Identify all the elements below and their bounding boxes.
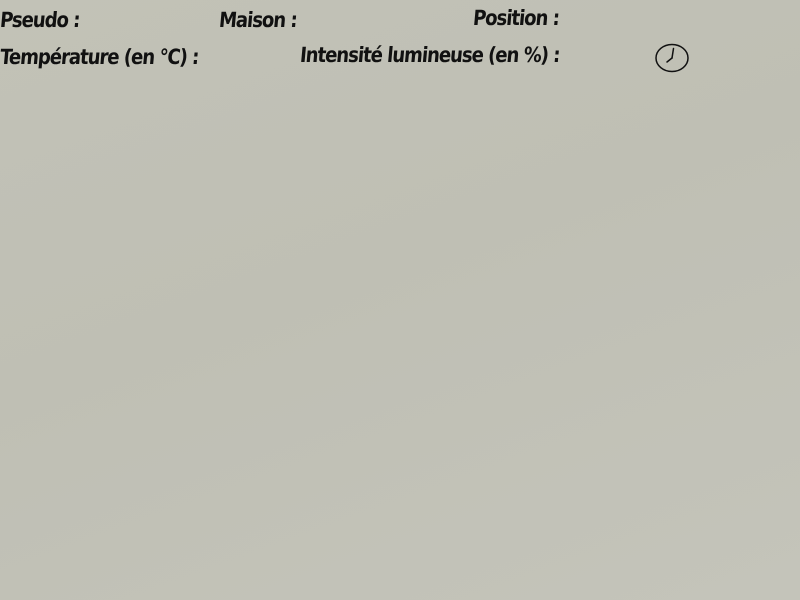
clock-button[interactable] — [655, 43, 689, 73]
temperature-label: Température (en °C) : — [0, 45, 200, 69]
position-label: Position : — [472, 6, 561, 30]
maison-label: Maison : — [218, 8, 298, 32]
light-intensity-label: Intensité lumineuse (en %) : — [299, 43, 561, 67]
clock-icon — [655, 43, 689, 73]
pseudo-label: Pseudo : — [0, 8, 81, 32]
game-scene[interactable] — [0, 80, 800, 600]
